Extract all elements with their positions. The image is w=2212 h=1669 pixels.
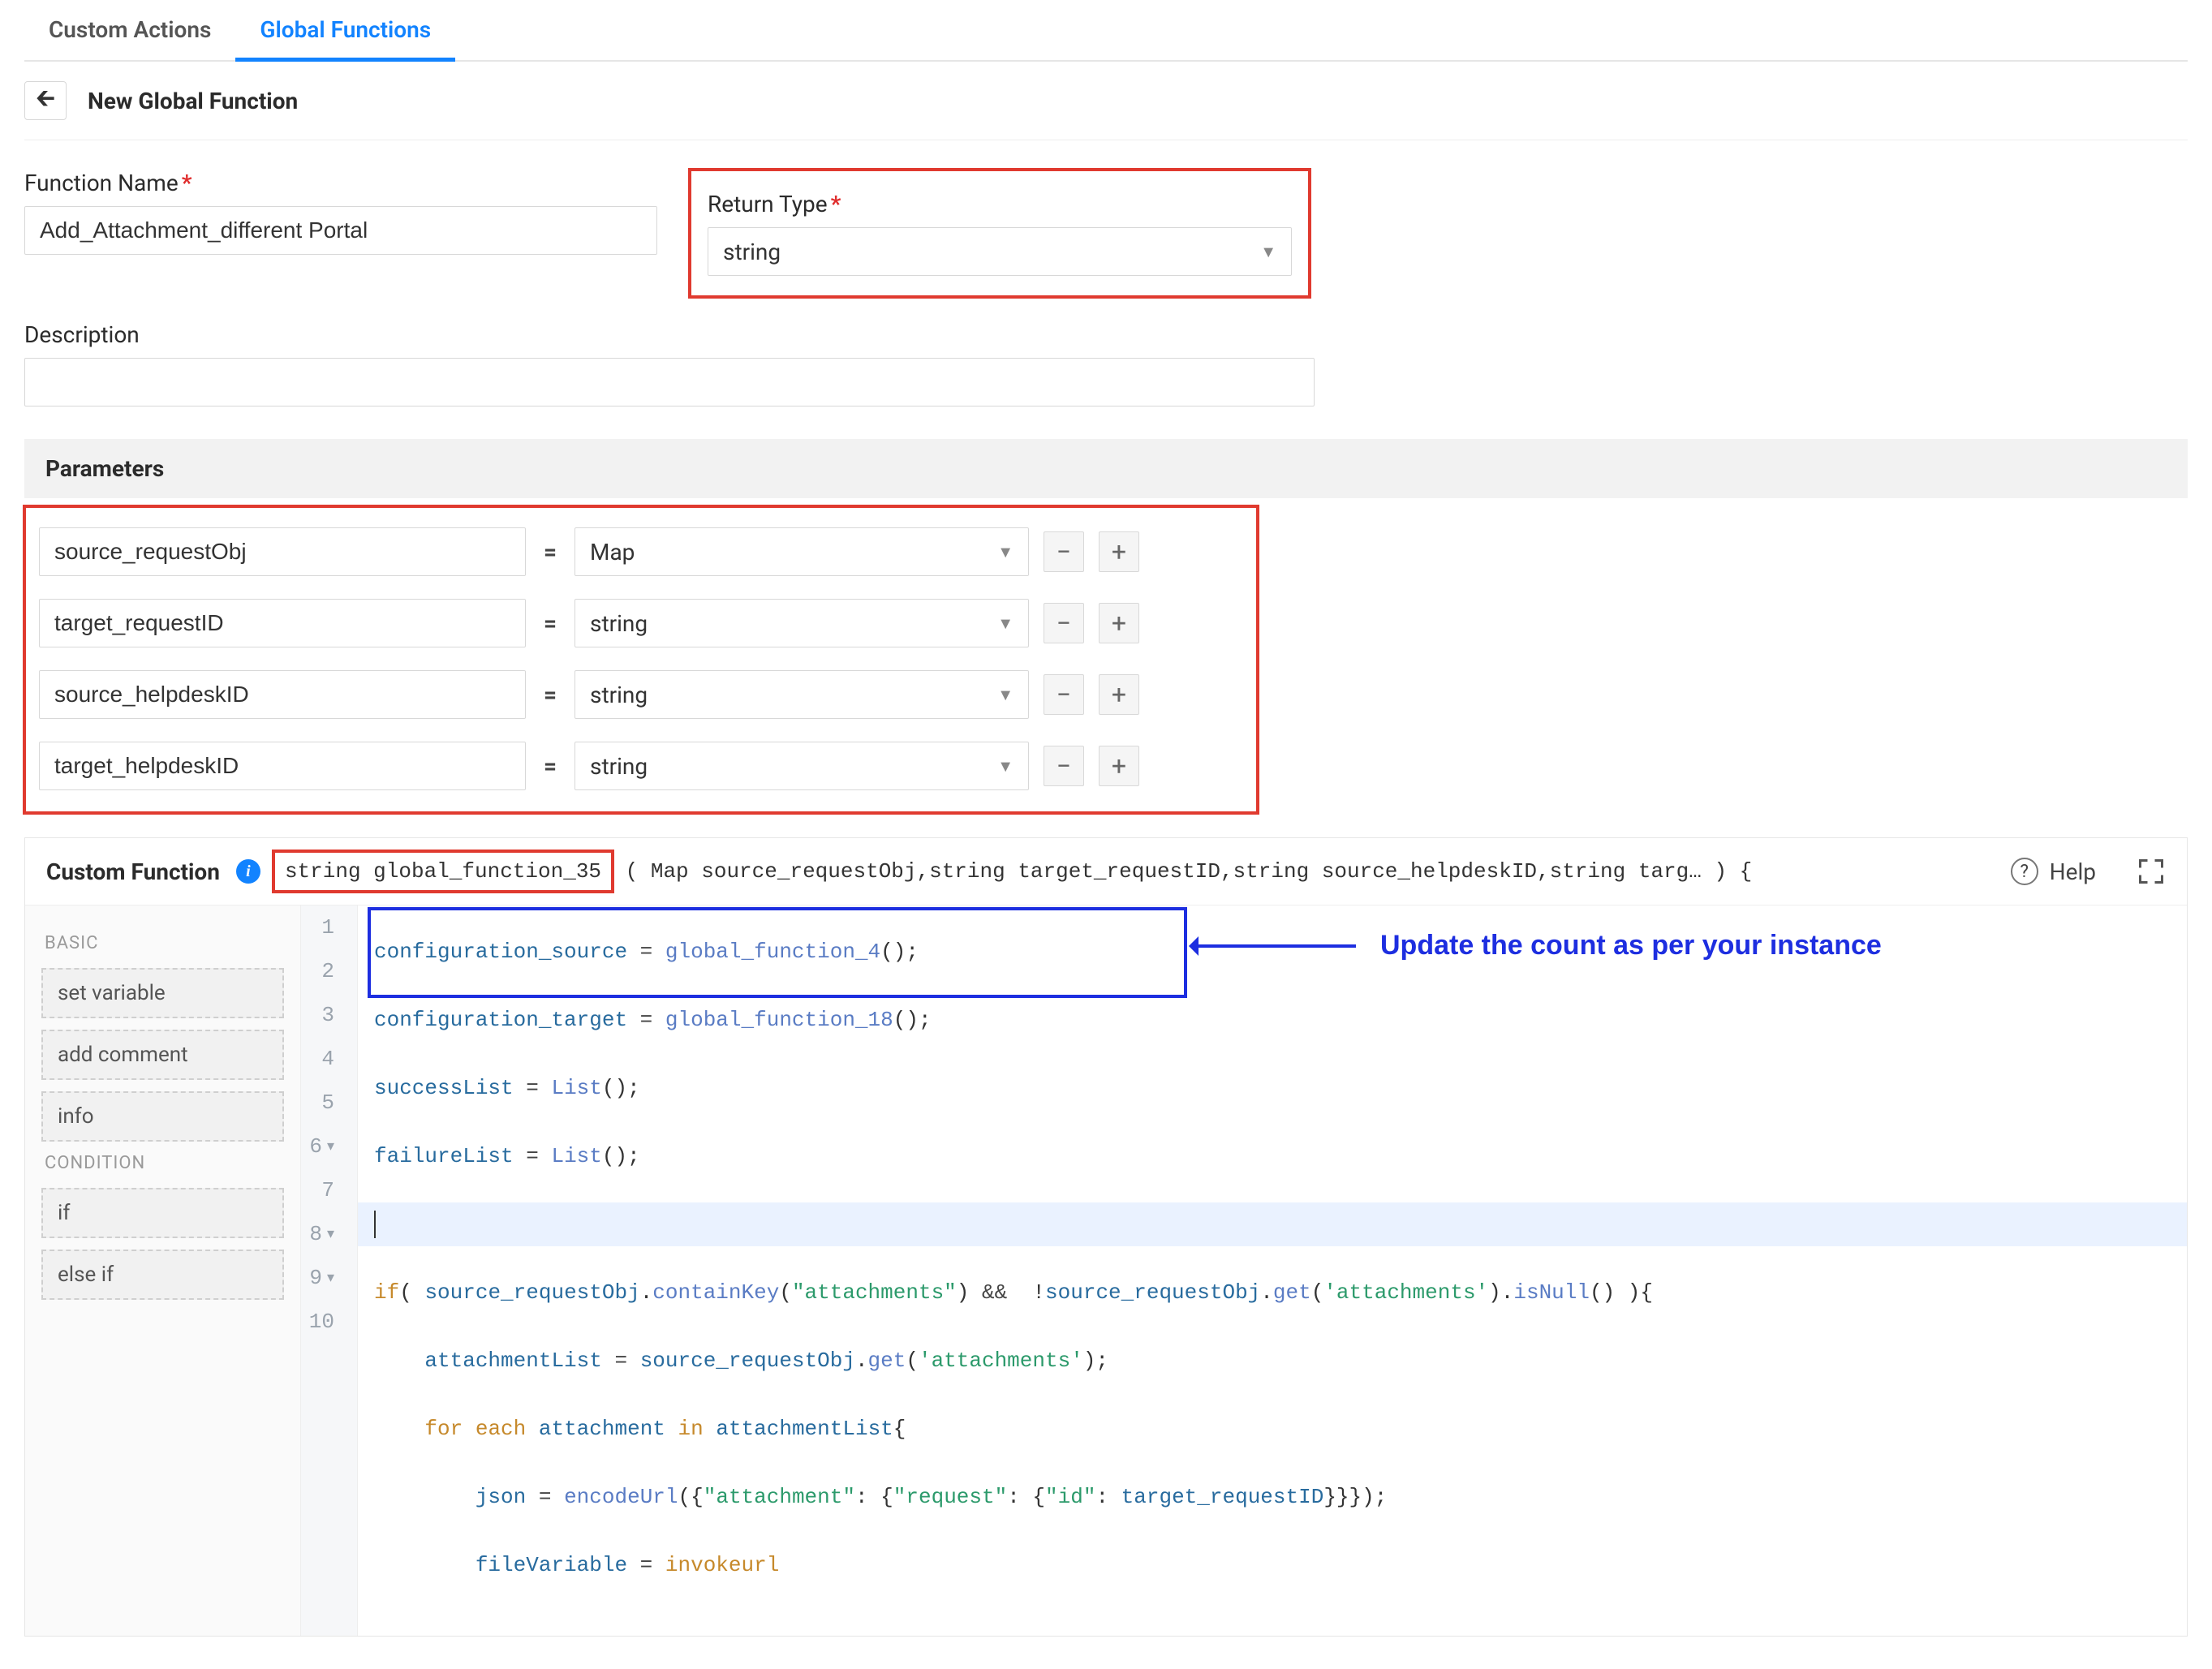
code-editor[interactable]: 12345 6▾7 8▾ 9▾10 Update the count as pe…: [301, 905, 2187, 1636]
field-return-type: Return Type* string ▼: [708, 191, 1292, 276]
field-description: Description: [24, 321, 2188, 406]
param-type-value: string: [590, 682, 648, 708]
label-description: Description: [24, 321, 2188, 348]
add-param-button[interactable]: +: [1099, 531, 1139, 572]
description-input[interactable]: [24, 358, 1315, 406]
minus-icon: −: [1057, 753, 1071, 779]
param-type-value: Map: [590, 539, 635, 566]
function-signature: string global_function_35 ( Map source_r…: [277, 854, 1752, 888]
tab-global-functions[interactable]: Global Functions: [235, 0, 455, 62]
sidebar-heading-basic: BASIC: [45, 933, 281, 953]
page-header: 🡰 New Global Function: [24, 62, 2188, 140]
plus-icon: +: [1112, 610, 1126, 636]
tool-set-variable[interactable]: set variable: [41, 968, 284, 1018]
page-title: New Global Function: [88, 88, 298, 114]
param-type-select[interactable]: string ▼: [575, 742, 1029, 790]
add-param-button[interactable]: +: [1099, 674, 1139, 715]
label-return-type: Return Type*: [708, 191, 1292, 217]
function-name-input[interactable]: [24, 206, 657, 255]
add-param-button[interactable]: +: [1099, 746, 1139, 786]
help-label: Help: [2050, 858, 2096, 885]
tab-custom-actions[interactable]: Custom Actions: [24, 0, 235, 60]
param-name-input[interactable]: [39, 670, 526, 719]
param-row: = string ▼ − +: [39, 599, 1243, 647]
tool-if[interactable]: if: [41, 1188, 284, 1238]
param-type-value: string: [590, 753, 648, 780]
label-function-name: Function Name*: [24, 170, 657, 196]
remove-param-button[interactable]: −: [1044, 746, 1084, 786]
tool-else-if[interactable]: else if: [41, 1250, 284, 1300]
remove-param-button[interactable]: −: [1044, 603, 1084, 643]
arrow-left-icon: 🡰: [36, 80, 55, 122]
tool-add-comment[interactable]: add comment: [41, 1030, 284, 1080]
return-type-value: string: [723, 239, 781, 265]
equals-sign: =: [540, 682, 560, 708]
plus-icon: +: [1112, 539, 1126, 565]
chevron-down-icon: ▼: [997, 613, 1013, 634]
back-button[interactable]: 🡰: [24, 81, 67, 120]
chevron-down-icon: ▼: [997, 685, 1013, 705]
code-gutter: 12345 6▾7 8▾ 9▾10: [301, 905, 358, 1636]
return-type-select[interactable]: string ▼: [708, 227, 1292, 276]
param-row: = string ▼ − +: [39, 742, 1243, 790]
param-row: = Map ▼ − +: [39, 527, 1243, 576]
param-type-value: string: [590, 610, 648, 637]
equals-sign: =: [540, 610, 560, 637]
param-type-select[interactable]: string ▼: [575, 670, 1029, 719]
equals-sign: =: [540, 753, 560, 780]
field-function-name: Function Name*: [24, 170, 657, 255]
remove-param-button[interactable]: −: [1044, 531, 1084, 572]
parameters-heading: Parameters: [24, 439, 2188, 498]
chevron-down-icon: ▼: [997, 756, 1013, 776]
plus-icon: +: [1112, 753, 1126, 779]
param-type-select[interactable]: string ▼: [575, 599, 1029, 647]
custom-function-editor: Custom Function i string global_function…: [24, 837, 2188, 1637]
return-type-annotation: Return Type* string ▼: [690, 170, 1310, 297]
tabs: Custom Actions Global Functions: [24, 0, 2188, 62]
help-link[interactable]: ? Help: [2011, 858, 2096, 885]
param-name-input[interactable]: [39, 527, 526, 576]
minus-icon: −: [1057, 610, 1071, 636]
param-name-input[interactable]: [39, 742, 526, 790]
help-icon: ?: [2011, 858, 2038, 885]
editor-sidebar: BASIC set variable add comment info COND…: [25, 905, 301, 1636]
sidebar-heading-condition: CONDITION: [45, 1153, 281, 1173]
text-cursor: [374, 1211, 376, 1238]
parameters-annotation: = Map ▼ − + = string ▼ − + = string ▼: [24, 506, 1258, 813]
chevron-down-icon: ▼: [1260, 242, 1276, 262]
info-icon[interactable]: i: [236, 859, 260, 884]
chevron-down-icon: ▼: [997, 542, 1013, 562]
tool-info[interactable]: info: [41, 1091, 284, 1142]
minus-icon: −: [1057, 539, 1071, 565]
remove-param-button[interactable]: −: [1044, 674, 1084, 715]
add-param-button[interactable]: +: [1099, 603, 1139, 643]
expand-icon[interactable]: [2137, 857, 2166, 886]
param-row: = string ▼ − +: [39, 670, 1243, 719]
plus-icon: +: [1112, 682, 1126, 708]
minus-icon: −: [1057, 682, 1071, 708]
param-name-input[interactable]: [39, 599, 526, 647]
equals-sign: =: [540, 539, 560, 566]
param-type-select[interactable]: Map ▼: [575, 527, 1029, 576]
custom-function-title: Custom Function: [46, 858, 220, 885]
